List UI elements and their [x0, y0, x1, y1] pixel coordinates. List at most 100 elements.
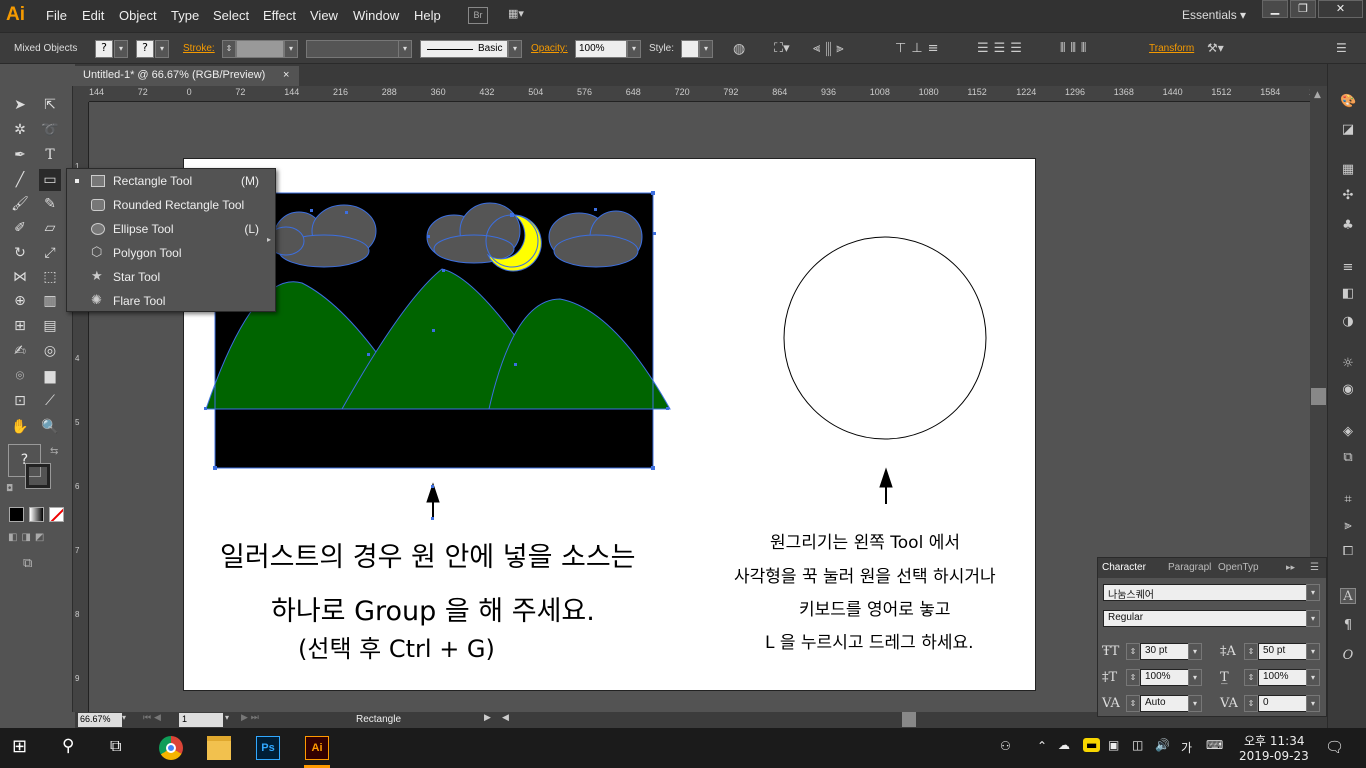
horizontal-scale-dropdown[interactable]: ▾ — [1306, 669, 1320, 686]
tracking-stepper[interactable]: ⇕ — [1244, 695, 1258, 712]
screen-mode-icon[interactable]: ⧉ — [23, 556, 45, 571]
illustrator-icon[interactable]: Ai — [305, 736, 329, 760]
symbols-icon[interactable]: ♣ — [1340, 218, 1356, 234]
horizontal-scroll-thumb[interactable] — [902, 712, 916, 727]
horizontal-scale-field[interactable]: 100% — [1258, 669, 1308, 686]
brush-definition[interactable]: Basic — [420, 40, 508, 58]
align-horizontal-icons[interactable]: ⫷⫼⫸ — [813, 41, 849, 56]
font-size-field[interactable]: 30 pt — [1140, 643, 1190, 660]
chrome-icon[interactable] — [159, 736, 183, 760]
zoom-field[interactable]: 66.67% — [78, 713, 122, 727]
menu-select[interactable]: Select — [213, 8, 249, 23]
color-mode-icon[interactable] — [9, 507, 24, 522]
scroll-up-icon[interactable]: ▲ — [1314, 90, 1321, 100]
search-taskbar-icon[interactable]: ⚲ — [62, 736, 86, 760]
arrange-documents-button[interactable]: ▦▾ — [508, 7, 536, 24]
scale-tool-icon[interactable]: ⤢ — [39, 242, 61, 264]
bridge-button[interactable]: Br — [468, 7, 488, 24]
tearoff-arrow-icon[interactable]: ▸ — [267, 235, 271, 244]
paintbrush-tool-icon[interactable]: 🖌 — [9, 193, 31, 215]
rotate-tool-icon[interactable]: ↻ — [9, 242, 31, 264]
free-transform-tool-icon[interactable]: ⬚ — [39, 266, 61, 288]
lasso-tool-icon[interactable]: ➰ — [39, 119, 61, 141]
hscroll-left-icon[interactable]: ◀ — [502, 713, 509, 723]
font-style-dropdown[interactable]: ▾ — [1306, 610, 1320, 627]
status-menu-icon[interactable]: ▶ — [484, 713, 491, 723]
restore-icon[interactable]: ❐ — [1290, 0, 1316, 18]
style-dropdown[interactable]: ▾ — [699, 40, 713, 58]
color-guide-icon[interactable]: 🎨 — [1340, 94, 1356, 110]
recolor-artwork-icon[interactable]: ◍ — [733, 41, 745, 57]
zoom-dropdown-icon[interactable]: ▾ — [122, 713, 126, 722]
control-panel-menu-icon[interactable]: ☰ — [1336, 41, 1347, 55]
horizontal-scale-stepper[interactable]: ⇕ — [1244, 669, 1258, 686]
profile-dropdown[interactable]: ▾ — [398, 40, 412, 58]
pen-tool-icon[interactable]: ✒ — [9, 144, 31, 166]
magic-wand-tool-icon[interactable]: ✲ — [9, 119, 31, 141]
artboard[interactable]: 일러스트의 경우 원 안에 넣을 소스는 하나로 Group 을 해 주세요. … — [183, 158, 1036, 691]
flyout-ellipse-tool[interactable]: Ellipse Tool (L) — [67, 217, 275, 241]
minimize-icon[interactable]: ▁ — [1262, 0, 1288, 18]
drawing-modes-icons[interactable]: ◧◨◩ — [8, 532, 64, 546]
menu-type[interactable]: Type — [171, 8, 199, 23]
tab-opentype[interactable]: OpenTyp — [1218, 562, 1259, 573]
distribute-horizontal-icons[interactable]: ⫴⫴⫴ — [1060, 41, 1091, 56]
flyout-rectangle-tool[interactable]: Rectangle Tool (M) — [67, 169, 275, 193]
vertical-scale-dropdown[interactable]: ▾ — [1188, 669, 1202, 686]
pathfinder-icon[interactable]: ⧠ — [1340, 544, 1356, 560]
artboard-dropdown-icon[interactable]: ▾ — [225, 713, 229, 722]
paragraph-panel-icon[interactable]: ¶ — [1340, 618, 1356, 634]
character-panel-icon[interactable]: A — [1340, 588, 1356, 604]
artboard-number-field[interactable]: 1 — [179, 713, 223, 727]
volume-icon[interactable]: 🔊 — [1155, 738, 1170, 752]
distribute-vertical-icons[interactable]: ☰☰☰ — [977, 41, 1027, 56]
ime-indicator[interactable]: 가 — [1181, 739, 1192, 756]
artboards-icon[interactable]: ⧉ — [1340, 450, 1356, 466]
variable-width-profile[interactable] — [306, 40, 400, 58]
blob-brush-tool-icon[interactable]: ✐ — [9, 217, 31, 239]
flyout-rounded-rectangle-tool[interactable]: Rounded Rectangle Tool — [67, 193, 275, 217]
menu-object[interactable]: Object — [119, 8, 157, 23]
menu-window[interactable]: Window — [353, 8, 399, 23]
clock-time[interactable]: 오후 11:34 — [1244, 732, 1304, 749]
font-size-stepper[interactable]: ⇕ — [1126, 643, 1140, 660]
column-graph-tool-icon[interactable]: ▆ — [39, 365, 61, 387]
gradient-tool-icon[interactable]: ▤ — [39, 315, 61, 337]
gradient-panel-icon[interactable]: ◧ — [1340, 286, 1356, 302]
font-family-dropdown[interactable]: ▾ — [1306, 584, 1320, 601]
flyout-polygon-tool[interactable]: ⬡ Polygon Tool — [67, 241, 275, 265]
default-colors-icon[interactable]: ◘ — [6, 484, 13, 494]
stroke-label[interactable]: Stroke: — [183, 43, 215, 54]
kakaotalk-icon[interactable]: ▬ — [1083, 738, 1101, 752]
kerning-stepper[interactable]: ⇕ — [1126, 695, 1140, 712]
align-vertical-icons[interactable]: ⊤⊥≡ — [895, 41, 944, 56]
graphic-styles-icon[interactable]: ◉ — [1340, 382, 1356, 398]
menu-edit[interactable]: Edit — [82, 8, 104, 23]
color-panel-icon[interactable]: ◪ — [1340, 122, 1356, 138]
stroke-swatch[interactable]: ? — [136, 40, 154, 58]
swatches-icon[interactable]: ▦ — [1340, 162, 1356, 178]
leading-dropdown[interactable]: ▾ — [1306, 643, 1320, 660]
tracking-field[interactable]: 0 — [1258, 695, 1308, 712]
keyboard-layout-icon[interactable]: ⌨ — [1206, 738, 1223, 752]
fill-swatch[interactable]: ? — [95, 40, 113, 58]
horizontal-ruler[interactable]: 144 72 0 72 144 216 288 360 432 504 576 648 720 792 86… — [89, 86, 1329, 102]
stroke-swatch-dropdown[interactable]: ▾ — [155, 40, 169, 58]
graphic-style-swatch[interactable] — [681, 40, 699, 58]
isolate-icon[interactable]: ⚒▾ — [1207, 41, 1224, 55]
first-artboard-icon[interactable]: ⏮ ◀ — [143, 713, 161, 723]
swap-colors-icon[interactable]: ⇆ — [50, 446, 58, 457]
font-family-field[interactable]: 나눔스퀘어 — [1103, 584, 1309, 601]
align-panel-icon[interactable]: ⫸ — [1340, 518, 1356, 534]
layers-icon[interactable]: ◈ — [1340, 424, 1356, 440]
opentype-panel-icon[interactable]: O — [1340, 648, 1356, 664]
photoshop-icon[interactable]: Ps — [256, 736, 280, 760]
vertical-scroll-thumb[interactable] — [1311, 388, 1326, 405]
gradient-mode-icon[interactable] — [29, 507, 44, 522]
width-tool-icon[interactable]: ⋈ — [9, 266, 31, 288]
zoom-tool-icon[interactable]: 🔍 — [39, 416, 61, 438]
flyout-star-tool[interactable]: ★ Star Tool — [67, 265, 275, 289]
windows-start-icon[interactable]: ⊞ — [12, 736, 36, 760]
vertical-scale-field[interactable]: 100% — [1140, 669, 1190, 686]
document-tab[interactable]: Untitled-1* @ 66.67% (RGB/Preview) × — [75, 66, 299, 86]
